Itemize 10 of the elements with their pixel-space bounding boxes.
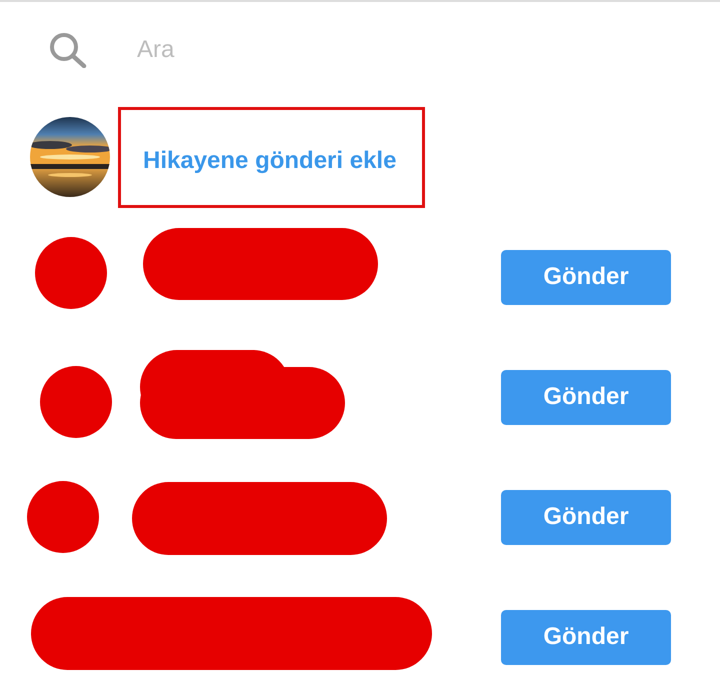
send-button[interactable]: Gönder [501,490,671,544]
send-button[interactable]: Gönder [501,250,671,304]
search-icon[interactable] [48,32,88,68]
add-to-story-link[interactable]: Hikayene gönderi ekle [118,106,426,208]
send-button[interactable]: Gönder [501,610,671,664]
send-button[interactable]: Gönder [501,370,671,424]
redaction-mark [40,366,112,438]
redaction-mark [27,481,99,553]
redaction-mark [35,237,107,309]
search-field[interactable]: Ara [137,36,437,64]
